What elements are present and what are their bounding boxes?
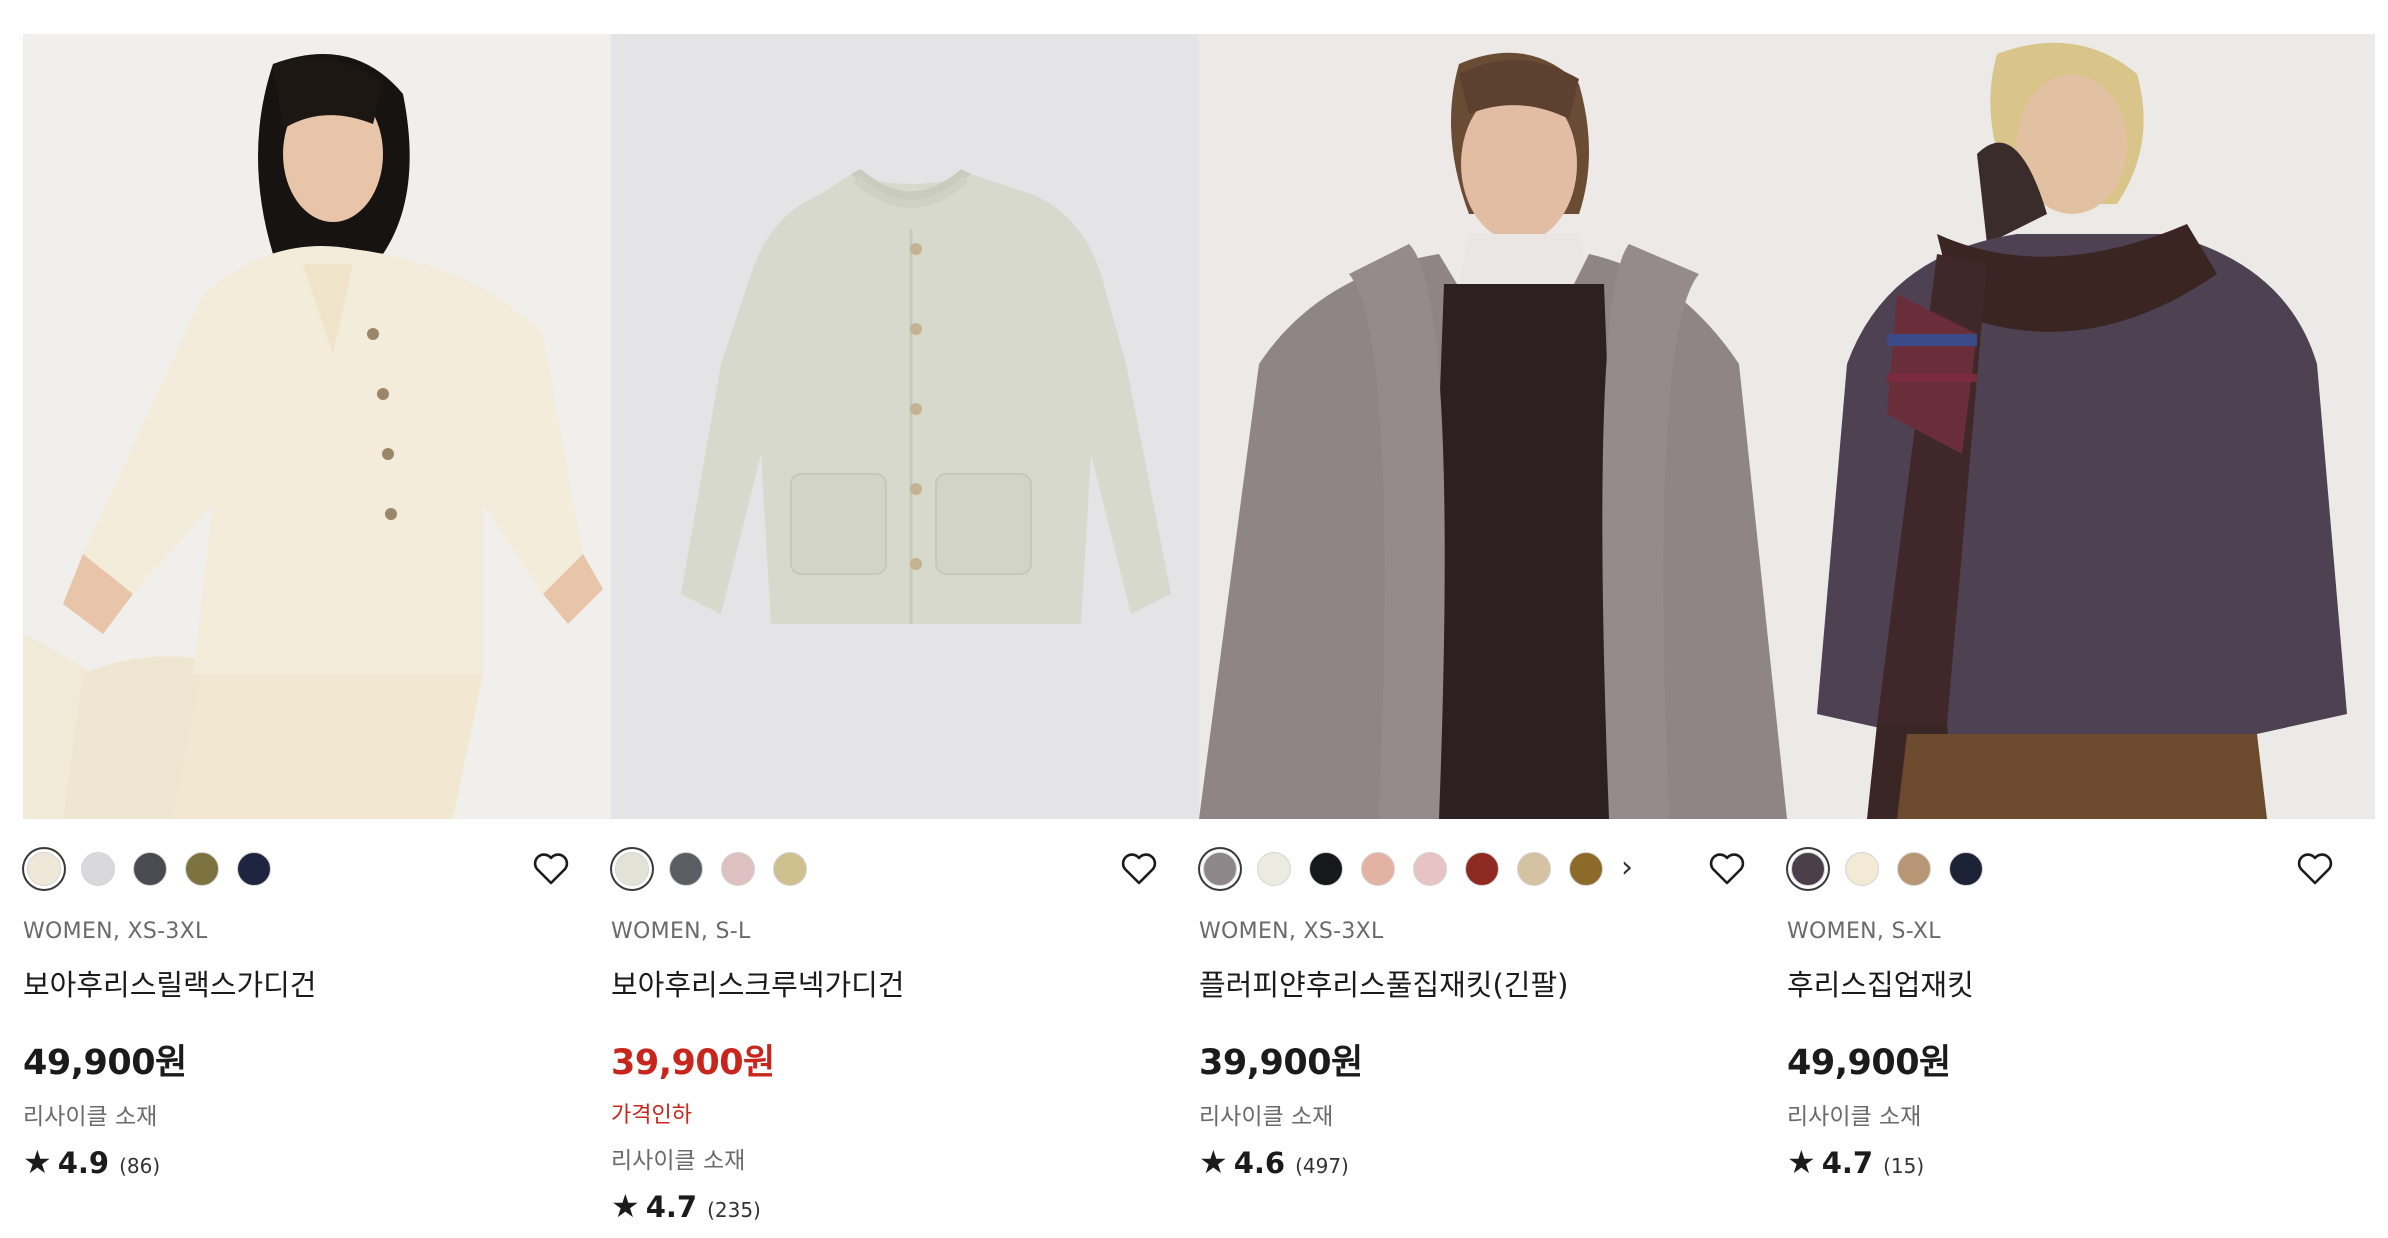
product-photo-sage-cardigan <box>611 34 1199 819</box>
product-image[interactable] <box>611 34 1199 819</box>
product-rating: ★ 4.7 (15) <box>1787 1143 2375 1181</box>
product-grid: WOMEN, XS-3XL 보아후리스릴랙스가디건 49,900원 리사이클 소… <box>23 34 2375 1225</box>
star-icon: ★ <box>23 1143 52 1181</box>
product-price: 39,900원 <box>611 1043 775 1083</box>
product-gender-size: WOMEN, XS-3XL <box>1199 919 1384 944</box>
product-gender-size: WOMEN, S-L <box>611 919 751 944</box>
color-swatch[interactable] <box>1791 852 1825 886</box>
rating-score: 4.7 <box>645 1190 698 1224</box>
color-swatch[interactable] <box>1309 852 1343 886</box>
product-price: 39,900원 <box>1199 1043 1363 1083</box>
product-image[interactable] <box>1199 34 1787 819</box>
color-swatch[interactable] <box>1949 852 1983 886</box>
color-swatch[interactable] <box>721 852 755 886</box>
color-swatch[interactable] <box>237 852 271 886</box>
product-card: WOMEN, XS-3XL 보아후리스릴랙스가디건 49,900원 리사이클 소… <box>23 34 611 1225</box>
product-card: › WOMEN, XS-3XL 플러피얀후리스풀집재킷(긴팔) 39,900원 … <box>1199 34 1787 1225</box>
rating-score: 4.7 <box>1821 1146 1874 1180</box>
product-gender-size: WOMEN, XS-3XL <box>23 919 208 944</box>
product-rating: ★ 4.9 (86) <box>23 1143 611 1181</box>
product-card: WOMEN, S-L 보아후리스크루넥가디건 39,900원 가격인하 리사이클… <box>611 34 1199 1225</box>
sale-label: 가격인하 <box>611 1103 692 1128</box>
color-swatch[interactable] <box>185 852 219 886</box>
product-material-note: 리사이클 소재 <box>611 1148 746 1174</box>
heart-outline-icon[interactable] <box>1119 849 1159 889</box>
chevron-right-icon[interactable]: › <box>1615 849 1639 889</box>
review-count[interactable]: (497) <box>1295 1154 1349 1178</box>
star-icon: ★ <box>1787 1143 1816 1181</box>
color-swatch[interactable] <box>133 852 167 886</box>
review-count[interactable]: (15) <box>1883 1154 1924 1178</box>
product-price: 49,900원 <box>23 1043 187 1083</box>
product-material-note: 리사이클 소재 <box>23 1104 158 1130</box>
star-icon: ★ <box>1199 1143 1228 1181</box>
color-swatch[interactable] <box>615 852 649 886</box>
color-swatch[interactable] <box>1517 852 1551 886</box>
rating-score: 4.6 <box>1233 1146 1286 1180</box>
star-icon: ★ <box>611 1187 640 1225</box>
color-swatch[interactable] <box>1203 852 1237 886</box>
heart-outline-icon[interactable] <box>531 849 571 889</box>
review-count[interactable]: (86) <box>119 1154 160 1178</box>
product-name[interactable]: 보아후리스릴랙스가디건 <box>23 962 611 1004</box>
color-swatch[interactable] <box>1465 852 1499 886</box>
product-card: WOMEN, S-XL 후리스집업재킷 49,900원 리사이클 소재 ★ 4.… <box>1787 34 2375 1225</box>
color-swatches <box>1787 841 2375 897</box>
rating-score: 4.9 <box>57 1146 110 1180</box>
product-name[interactable]: 플러피얀후리스풀집재킷(긴팔) <box>1199 962 1787 1004</box>
color-swatch[interactable] <box>1569 852 1603 886</box>
product-name[interactable]: 후리스집업재킷 <box>1787 962 2375 1004</box>
heart-outline-icon[interactable] <box>2295 849 2335 889</box>
product-image[interactable] <box>1787 34 2375 819</box>
color-swatch[interactable] <box>1257 852 1291 886</box>
color-swatch[interactable] <box>81 852 115 886</box>
color-swatch[interactable] <box>773 852 807 886</box>
color-swatches <box>611 841 1199 897</box>
color-swatches: › <box>1199 841 1787 897</box>
product-photo-purple-fleece-jacket <box>1787 34 2375 819</box>
review-count[interactable]: (235) <box>707 1198 761 1222</box>
product-material-note: 리사이클 소재 <box>1199 1104 1334 1130</box>
product-image[interactable] <box>23 34 611 819</box>
heart-outline-icon[interactable] <box>1707 849 1747 889</box>
product-price: 49,900원 <box>1787 1043 1951 1083</box>
color-swatch[interactable] <box>1413 852 1447 886</box>
product-material-note: 리사이클 소재 <box>1787 1104 1922 1130</box>
color-swatch[interactable] <box>1361 852 1395 886</box>
product-photo-cream-cardigan <box>23 34 611 819</box>
color-swatches <box>23 841 611 897</box>
product-rating: ★ 4.7 (235) <box>611 1187 1199 1225</box>
color-swatch[interactable] <box>27 852 61 886</box>
product-name[interactable]: 보아후리스크루넥가디건 <box>611 962 1199 1004</box>
color-swatch[interactable] <box>1845 852 1879 886</box>
color-swatch[interactable] <box>1897 852 1931 886</box>
product-gender-size: WOMEN, S-XL <box>1787 919 1941 944</box>
color-swatch[interactable] <box>669 852 703 886</box>
product-photo-gray-fleece-jacket <box>1199 34 1787 819</box>
product-rating: ★ 4.6 (497) <box>1199 1143 1787 1181</box>
